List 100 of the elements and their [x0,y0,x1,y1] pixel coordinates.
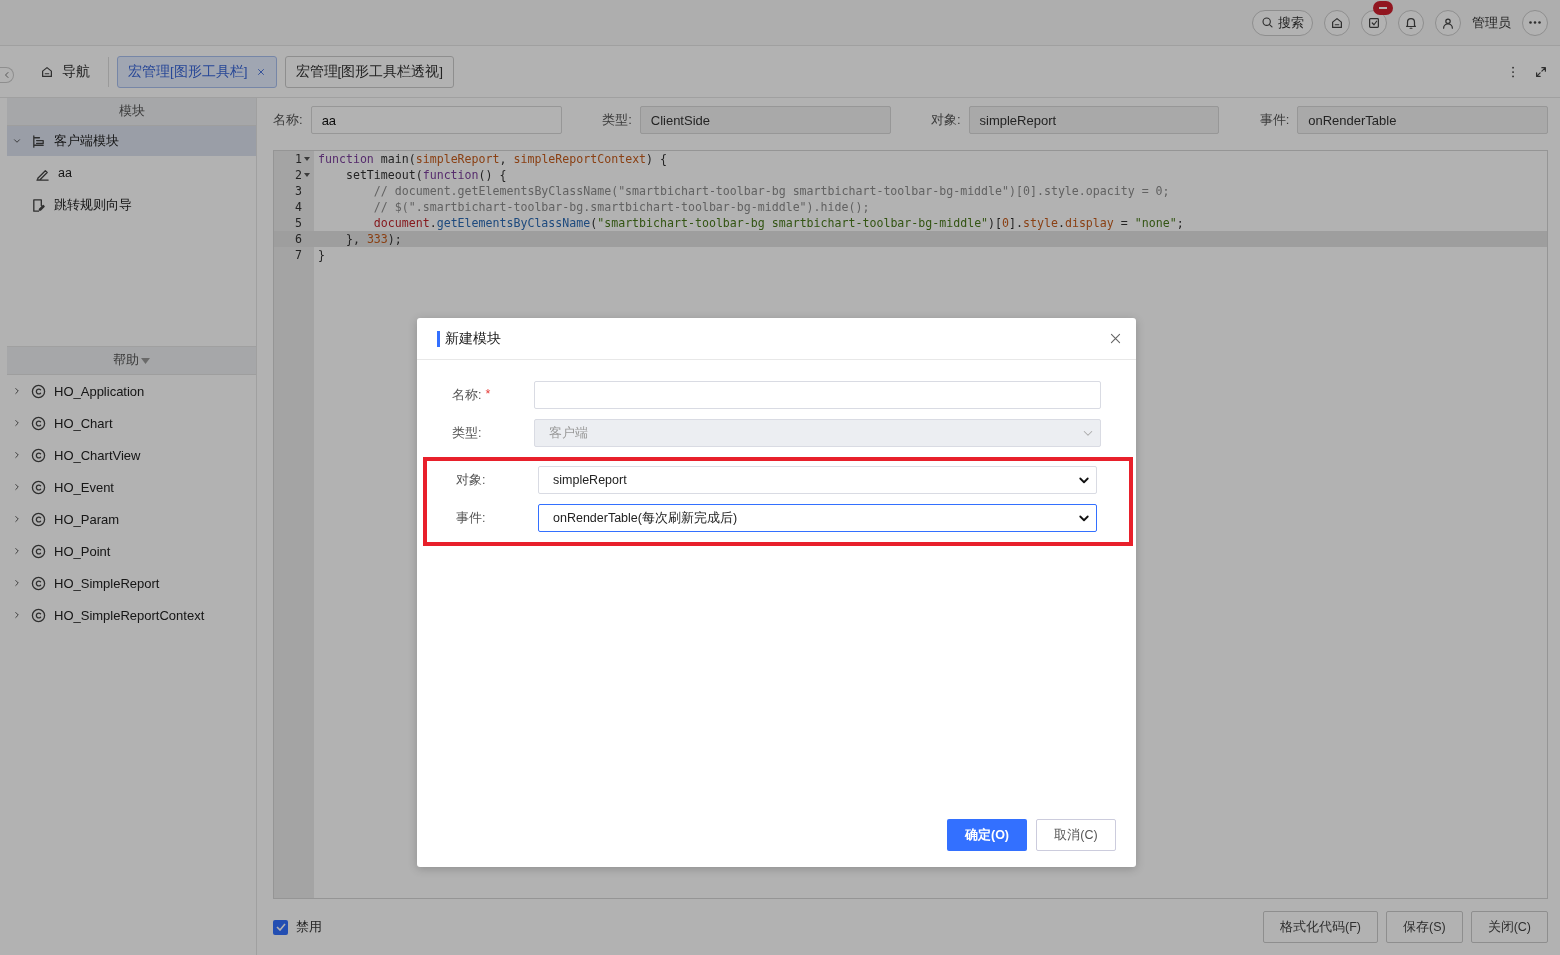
notifications-button[interactable] [1398,9,1424,36]
line-number: 5 [294,215,303,231]
field-label: 对象: [930,111,961,129]
footer-button[interactable]: 格式化代码(F) [1263,911,1378,944]
field-label: 类型: [601,111,632,129]
help-item[interactable]: HO_SimpleReport [7,567,256,599]
input-field[interactable]: aa [310,106,562,134]
help-item[interactable]: HO_SimpleReportContext [7,599,256,631]
modules-header: 模块 [7,98,256,126]
class-icon [31,575,46,591]
help-label: HO_Chart [54,415,113,431]
chevron-icon [12,514,22,524]
home-icon [40,64,54,79]
chevron-icon [12,610,22,620]
footer-button[interactable]: 保存(S) [1385,911,1463,944]
module-item[interactable]: 跳转规则向导 [7,190,256,220]
chevron-icon [12,546,22,556]
line-number: 7 [294,247,303,263]
search-button[interactable]: 搜索 [1252,9,1313,36]
field-label: 事件: [1259,111,1290,129]
module-icon [31,133,46,149]
dropdown-icon [141,357,150,364]
field-label: 名称: [273,111,303,129]
code-line: // document.getElementsByClassName("smartbichart-toolbar-bg smartbichart-toolbar-bg-middle")[0].style.opacity = 0; [372,183,1170,199]
home-button[interactable] [1324,9,1350,36]
code-line: function main(simpleReport, simpleReportContext) { [317,151,668,167]
select-field[interactable]: simpleReport [538,466,1097,494]
help-item[interactable]: HO_Event [7,471,256,503]
class-icon [31,479,46,495]
tab[interactable]: 宏管理[图形工具栏透视] [284,55,455,88]
checkbox[interactable] [273,919,288,935]
line-number: 6 [294,231,303,247]
help-item[interactable]: HO_Param [7,503,256,535]
help-item[interactable]: HO_Chart [7,407,256,439]
line-number: 4 [294,199,303,215]
help-item[interactable]: HO_Application [7,375,256,407]
tab[interactable]: 宏管理[图形工具栏] [117,55,277,88]
line-number: 2 [274,167,314,183]
chevron-icon [12,386,22,396]
cancel-button[interactable]: 取消(C) [1036,819,1116,851]
code-line: setTimeout(function() { [344,167,507,183]
class-icon [31,415,46,431]
more-icon [1529,21,1541,24]
required-mark: * [485,386,491,403]
help-label: HO_Param [54,511,120,527]
chevron-icon [12,450,22,460]
code-line: } [317,247,325,263]
class-icon [31,383,46,399]
tasks-button[interactable] [1361,9,1387,36]
select-field[interactable]: onRenderTable(每次刷新完成后) [538,504,1097,532]
confirm-button[interactable]: 确定(O) [947,819,1027,851]
expand-icon [1534,64,1548,79]
module-item[interactable]: aa [7,158,256,188]
code-line: }, 333); [344,231,402,247]
help-item[interactable]: HO_Point [7,535,256,567]
chevron-icon [12,482,22,492]
help-item[interactable]: HO_ChartView [7,439,256,471]
help-header[interactable]: 帮助 [7,347,256,375]
code-line: document.getElementsByClassName("smartbichart-toolbar-bg smartbichart-toolbar-bg-middle")[0].style.display = "none"; [372,215,1184,231]
class-icon [31,607,46,623]
module-label: 客户端模块 [54,132,119,150]
user-icon [1441,15,1455,30]
help-label: HO_Point [54,543,111,559]
chevron-left-icon [2,71,11,79]
dialog-title: 新建模块 [437,330,501,347]
tab[interactable]: 导航 [30,55,100,88]
bell-icon [1404,15,1418,30]
chevron-icon [12,136,22,146]
class-icon [31,543,46,559]
fold-icon[interactable] [304,156,310,162]
line-number: 1 [274,151,314,167]
module-label: 跳转规则向导 [54,196,132,214]
code-line: // $(".smartbichart-toolbar-bg.smartbichart-toolbar-bg-middle").hide(); [372,199,870,215]
help-label: HO_Event [54,479,114,495]
checkbox-label: 禁用 [296,918,322,937]
more-button[interactable] [1522,9,1548,36]
dialog: 新建模块 名称: * 类型: 客户端 对象: simpleReport 事件: onRenderTable(每次刷新完成后) 确定(O) 取消(C) [417,318,1136,867]
close-icon [1109,332,1122,345]
class-icon [31,511,46,527]
close-button[interactable] [1109,332,1122,345]
class-icon [31,447,46,463]
checklist-icon [1367,15,1381,30]
help-label: HO_SimpleReport [54,575,160,591]
chevron-icon [12,418,22,428]
module-label: aa [58,166,72,180]
search-icon [1261,16,1274,29]
document-icon [31,197,46,213]
home-icon [1330,15,1344,30]
footer-button[interactable]: 关闭(C) [1470,911,1548,944]
help-label: HO_Application [54,383,145,399]
help-label: HO_ChartView [54,447,141,463]
module-item[interactable]: 客户端模块 [7,126,256,156]
help-label: HO_SimpleReportContext [54,607,205,623]
input-field[interactable] [534,381,1101,409]
user-button[interactable] [1435,9,1461,36]
highlight-frame: 对象: simpleReport 事件: onRenderTable(每次刷新完成后) [423,457,1133,546]
chevron-icon [12,578,22,588]
fold-icon[interactable] [304,172,310,178]
close-icon [255,66,266,77]
user-name[interactable]: 管理员 [1472,13,1511,32]
